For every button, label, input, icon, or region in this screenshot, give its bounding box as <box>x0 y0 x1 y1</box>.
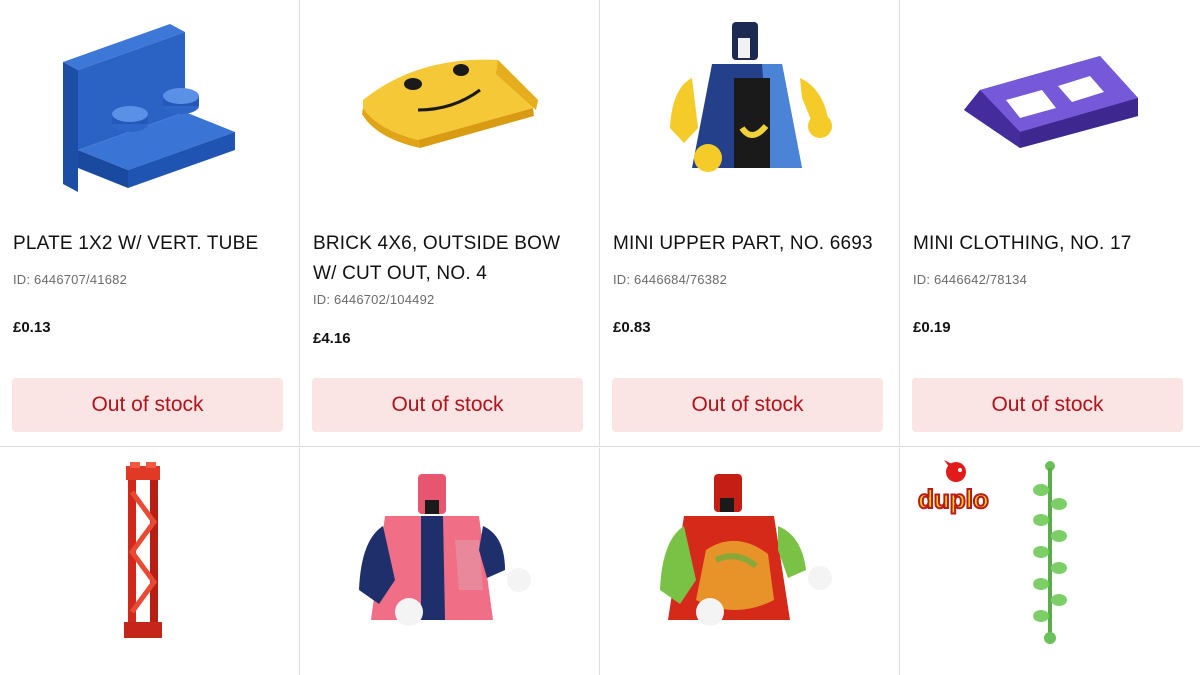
red-lattice-support-icon <box>124 462 162 638</box>
product-image[interactable] <box>600 448 899 675</box>
product-name[interactable]: PLATE 1X2 W/ VERT. TUBE <box>13 229 283 259</box>
product-price: £0.19 <box>913 319 951 336</box>
product-image[interactable] <box>0 448 299 675</box>
product-grid: PLATE 1X2 W/ VERT. TUBE ID: 6446707/4168… <box>0 0 1200 675</box>
product-id: ID: 6446684/76382 <box>613 272 727 287</box>
product-name[interactable]: MINI UPPER PART, NO. 6693 <box>613 229 883 259</box>
product-image[interactable] <box>600 0 899 215</box>
product-id: ID: 6446707/41682 <box>13 272 127 287</box>
product-image[interactable] <box>0 0 299 215</box>
minifig-torso-banana-icon <box>670 22 832 172</box>
product-id: ID: 6446702/104492 <box>313 292 435 307</box>
product-card[interactable]: MINI UPPER PART, NO. 6693 ID: 6446684/76… <box>600 0 900 447</box>
red-green-torso-icon <box>660 474 832 626</box>
product-name[interactable]: MINI CLOTHING, NO. 17 <box>913 229 1183 259</box>
svg-text:duplo: duplo <box>918 484 989 514</box>
blue-angle-plate-icon <box>63 24 235 192</box>
out-of-stock-button[interactable]: Out of stock <box>912 378 1183 432</box>
product-name[interactable]: BRICK 4X6, OUTSIDE BOW W/ CUT OUT, NO. 4 <box>313 229 583 289</box>
duplo-logo-icon: duplo <box>917 460 990 515</box>
product-price: £4.16 <box>313 330 351 347</box>
out-of-stock-button[interactable]: Out of stock <box>12 378 283 432</box>
product-card[interactable]: PLATE 1X2 W/ VERT. TUBE ID: 6446707/4168… <box>0 0 300 447</box>
green-vine-icon <box>1033 461 1067 644</box>
out-of-stock-button[interactable]: Out of stock <box>612 378 883 432</box>
product-id: ID: 6446642/78134 <box>913 272 1027 287</box>
product-card[interactable]: duplo <box>900 448 1200 675</box>
product-image[interactable] <box>300 448 599 675</box>
product-card[interactable]: BRICK 4X6, OUTSIDE BOW W/ CUT OUT, NO. 4… <box>300 0 600 447</box>
out-of-stock-button[interactable]: Out of stock <box>312 378 583 432</box>
pink-jacket-torso-icon <box>359 474 531 626</box>
product-price: £0.83 <box>613 319 651 336</box>
product-price: £0.13 <box>13 319 51 336</box>
product-card[interactable]: MINI CLOTHING, NO. 17 ID: 6446642/78134 … <box>900 0 1200 447</box>
product-image[interactable]: duplo <box>900 448 1199 675</box>
purple-clothing-piece-icon <box>964 56 1138 148</box>
product-card[interactable] <box>0 448 300 675</box>
product-card[interactable] <box>600 448 900 675</box>
product-image[interactable] <box>300 0 599 215</box>
yellow-smiley-curved-brick-icon <box>362 59 538 148</box>
product-card[interactable] <box>300 448 600 675</box>
product-image[interactable] <box>900 0 1199 215</box>
